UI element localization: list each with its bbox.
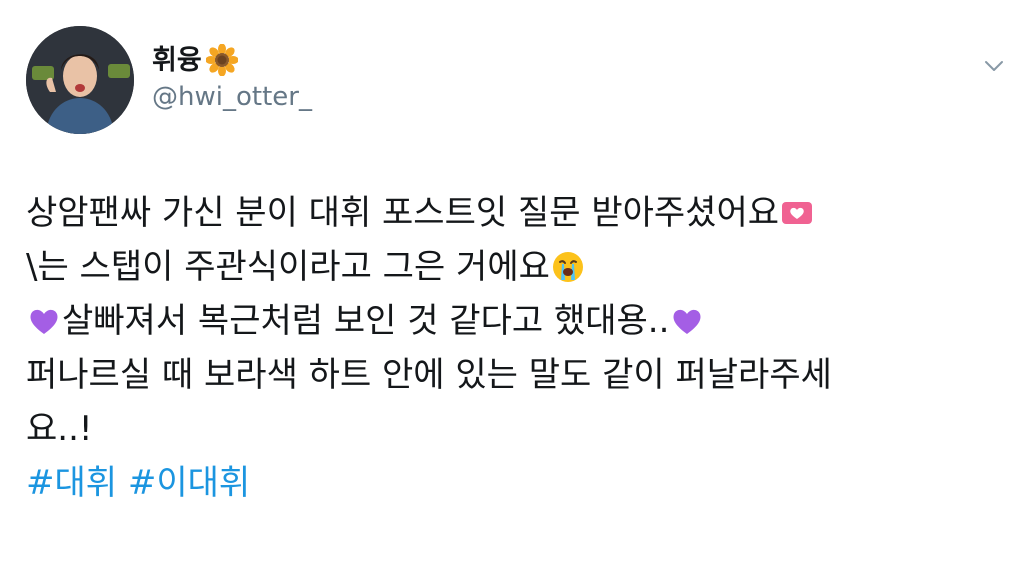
tweet-menu-button[interactable] [978,50,1010,82]
tweet-line: 요..! [26,409,93,449]
user-handle[interactable]: @hwi_otter_ [152,82,312,113]
tweet-text: 상암팬싸 가신 분이 대휘 포스트잇 질문 받아주셨어요 \는 스탭이 주관식이… [26,186,1001,510]
tweet-line: \는 스탭이 주관식이라고 그은 거에요 [26,240,1001,294]
sunflower-icon [205,43,239,77]
display-name[interactable]: 휘융 [152,47,202,74]
tweet-line: 상암팬싸 가신 분이 대휘 포스트잇 질문 받아주셨어요 [26,186,1001,240]
hashtag-link[interactable]: #대휘 [26,463,117,503]
tweet-line: 퍼나르실 때 보라색 하트 안에 있는 말도 같이 퍼날라주세 [26,355,832,395]
chevron-down-icon [985,61,1003,71]
purple-heart-icon [670,300,704,334]
avatar[interactable] [26,26,134,134]
heart-letter-icon [780,192,814,226]
hashtag-link[interactable]: #이대휘 [128,463,250,503]
tweet-line: 살빠져서 복근처럼 보인 것 같다고 했대용.. [26,294,1001,348]
author-name-row: 휘융 [152,40,239,80]
purple-heart-icon [27,300,61,334]
hashtag-row: #대휘 #이대휘 [26,456,1001,510]
tweet-card: 휘융 @hwi_otter_ 상암팬싸 가신 분이 대휘 포스트잇 질문 받아주… [0,0,1024,561]
crying-face-icon [551,246,585,282]
